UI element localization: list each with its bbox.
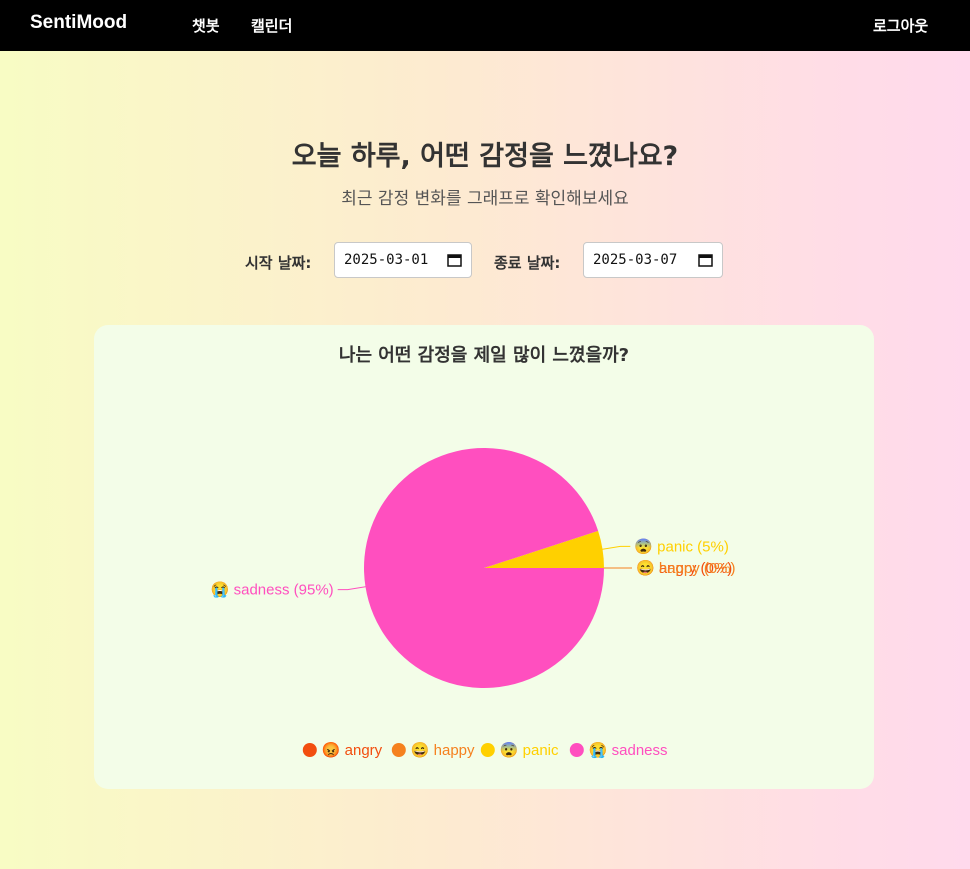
legend-label-sadness[interactable]: 😭 sadness [589, 741, 668, 759]
calendar-icon[interactable] [698, 253, 713, 267]
start-date-input[interactable]: 2025-03-01 [334, 242, 472, 278]
label-line-sadness [337, 586, 366, 591]
page-title: 오늘 하루, 어떤 감정을 느꼈나요? [291, 141, 679, 172]
nav-calendar-link[interactable]: 캘린더 [251, 15, 292, 36]
pie-chart: 😡 angry (0%)😄 happy (0%)😨 panic (5%)😭 sa… [211, 448, 736, 759]
start-date-value: 2025-03-01 [344, 252, 429, 268]
start-date-label: 시작 날짜: [245, 254, 312, 272]
data-label-sadness: 😭 sadness (95%) [211, 581, 334, 599]
page-subtitle: 최근 감정 변화를 그래프로 확인해보세요 [341, 189, 629, 209]
calendar-icon[interactable] [447, 253, 462, 267]
legend-marker-happy[interactable] [391, 743, 406, 757]
chart-card: 나는 어떤 감정을 제일 많이 느꼈을까? 😡 angry (0%) 😄 happ… [94, 325, 874, 789]
data-label-happy: 😄 happy (0%) [636, 559, 736, 577]
nav-chatbot-link[interactable]: 챗봇 [192, 15, 220, 36]
legend-label-panic[interactable]: 😨 panic [500, 741, 559, 759]
legend-marker-panic[interactable] [480, 743, 495, 757]
legend-label-happy[interactable]: 😄 happy [411, 741, 475, 759]
end-date-input[interactable]: 2025-03-07 [583, 242, 723, 278]
brand-logo[interactable]: SentiMood [30, 12, 127, 34]
navbar: SentiMood 챗봇 캘린더 로그아웃 [0, 0, 970, 51]
legend-marker-sadness[interactable] [569, 743, 584, 757]
end-date-value: 2025-03-07 [593, 252, 678, 268]
pie-slice-sadness[interactable] [364, 448, 604, 688]
logout-link[interactable]: 로그아웃 [873, 15, 928, 36]
legend-marker-angry[interactable] [302, 743, 317, 757]
end-date-label: 종료 날짜: [494, 254, 561, 272]
label-line-panic [602, 545, 631, 550]
data-label-panic: 😨 panic (5%) [634, 537, 729, 555]
legend-label-angry[interactable]: 😡 angry [322, 741, 383, 759]
